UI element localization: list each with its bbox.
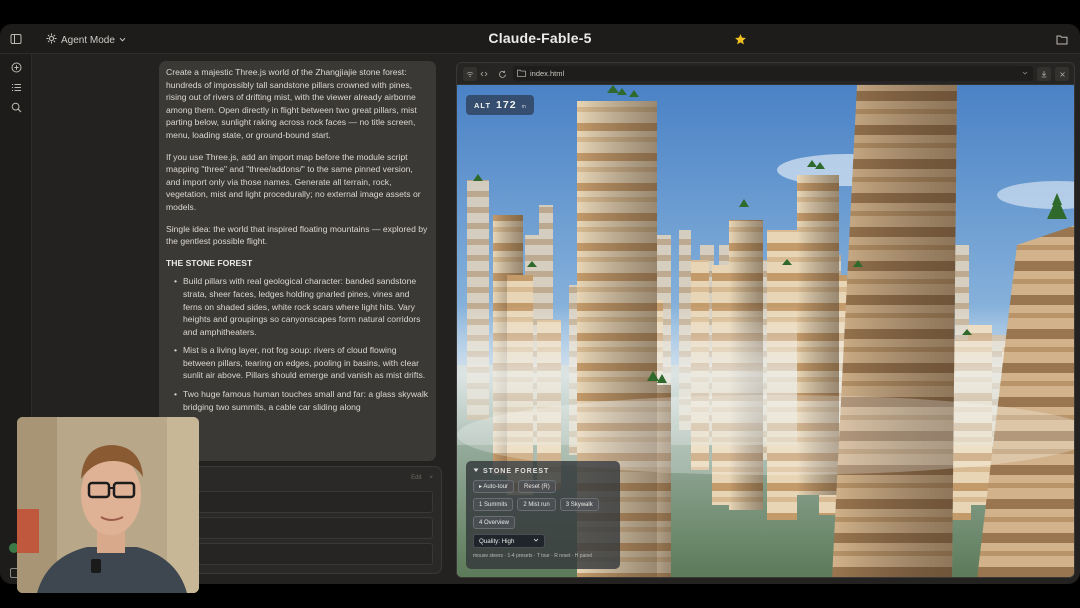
preset-overview-button[interactable]: 4 Overview: [473, 516, 516, 529]
prompt-paragraph: Single idea: the world that inspired flo…: [166, 223, 428, 247]
composer-header: Edit ×: [411, 475, 433, 481]
chevron-down-icon: [533, 537, 539, 545]
composer-box: Edit ×: [159, 466, 442, 574]
chevron-down-icon[interactable]: [1022, 69, 1028, 78]
presenter-video: [17, 417, 199, 593]
altitude-label: ALT: [474, 101, 492, 110]
file-icon: [517, 69, 526, 79]
collapse-triangle-icon[interactable]: [473, 467, 479, 475]
user-prompt-message: Create a majestic Three.js world of the …: [159, 61, 436, 461]
plus-circle-icon[interactable]: [8, 59, 24, 75]
panel-title: STONE FOREST: [483, 467, 550, 475]
list-item: Two huge famous human touches small and …: [174, 388, 429, 413]
page-title: Claude-Fable-5: [488, 30, 592, 46]
preset-skywalk-button[interactable]: 3 Skywalk: [559, 498, 599, 511]
composer-input[interactable]: [198, 491, 433, 513]
close-icon[interactable]: [1055, 67, 1069, 81]
url-field[interactable]: index.html: [513, 66, 1033, 81]
control-panel: STONE FOREST ▸ Auto-tour Reset (R) 1 Sum…: [466, 461, 620, 569]
altitude-readout: ALT 172 m: [466, 95, 534, 115]
section-heading: THE STONE FOREST: [166, 257, 253, 268]
quality-select[interactable]: Quality: High: [473, 534, 545, 548]
search-icon[interactable]: [8, 99, 24, 115]
list-item: Mist is a living layer, not fog soup: ri…: [174, 344, 429, 382]
prompt-paragraph: If you use Three.js, add an import map b…: [166, 151, 421, 212]
download-icon[interactable]: [1037, 67, 1051, 81]
preview-pane: index.html ALT 172 m STONE FOREST ▸ Auto…: [456, 62, 1075, 578]
webcam-overlay: [17, 417, 199, 593]
preset-summits-button[interactable]: 1 Summits: [473, 498, 514, 511]
altitude-value: 172: [496, 99, 517, 111]
folder-icon[interactable]: [1055, 32, 1069, 46]
prompt-paragraph: Create a majestic Three.js world of the …: [166, 67, 417, 140]
controls-hint: mouse steers · 1-4 presets · T tour · R …: [473, 553, 593, 559]
composer-input[interactable]: [198, 543, 433, 565]
quality-value: Quality: High: [479, 537, 515, 545]
altitude-unit: m: [521, 104, 526, 110]
prompt-bullet-list: Build pillars with real geological chara…: [166, 275, 429, 413]
threejs-canvas[interactable]: ALT 172 m STONE FOREST ▸ Auto-tour Reset…: [457, 85, 1074, 577]
reset-button[interactable]: Reset (R): [518, 480, 556, 493]
close-icon[interactable]: ×: [429, 475, 433, 481]
edit-button[interactable]: Edit: [411, 475, 421, 481]
top-bar: Agent Mode Claude-Fable-5: [0, 24, 1080, 54]
url-text: index.html: [530, 69, 565, 78]
list-item: Build pillars with real geological chara…: [174, 275, 429, 338]
preview-toolbar: index.html: [457, 63, 1074, 85]
star-icon[interactable]: [733, 32, 747, 46]
code-icon[interactable]: [477, 67, 491, 81]
list-icon[interactable]: [8, 79, 24, 95]
auto-tour-button[interactable]: ▸ Auto-tour: [473, 480, 515, 493]
preset-mist-run-button[interactable]: 2 Mist run: [517, 498, 556, 511]
refresh-icon[interactable]: [495, 67, 509, 81]
panel-header[interactable]: STONE FOREST: [473, 467, 613, 475]
composer-input[interactable]: [198, 517, 433, 539]
wifi-icon[interactable]: [463, 67, 477, 81]
